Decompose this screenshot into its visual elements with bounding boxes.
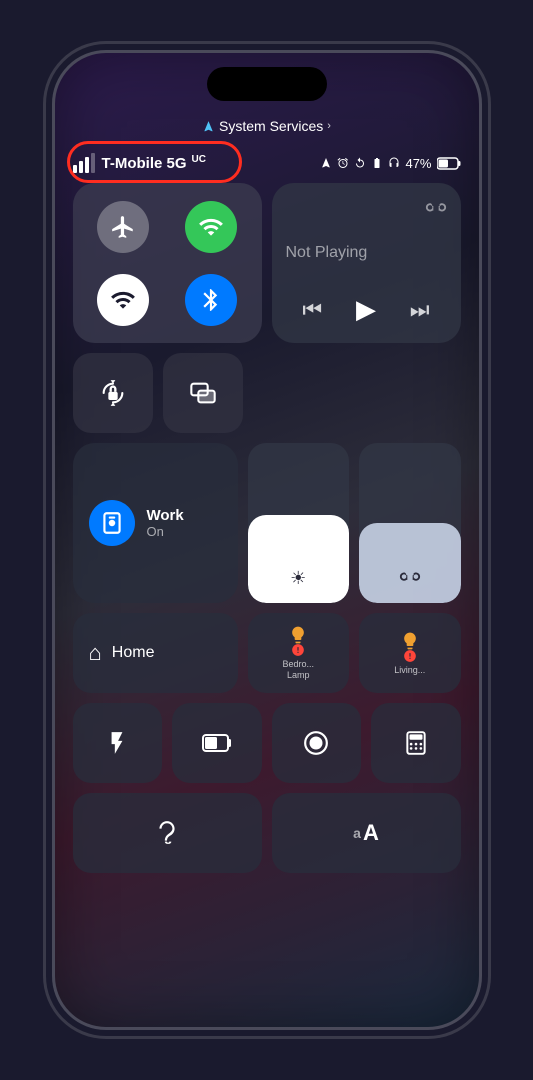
screen-record-icon	[303, 730, 329, 756]
next-button[interactable]: ⏭	[402, 293, 438, 327]
battery-widget-icon	[202, 732, 232, 754]
now-playing-title: Not Playing	[286, 244, 447, 262]
prev-button[interactable]: ⏮	[294, 293, 330, 327]
dynamic-island	[207, 67, 327, 101]
bedroom-lamp-label: Bedro...Lamp	[282, 659, 314, 681]
battery-icon	[437, 157, 461, 170]
focus-block[interactable]: Work On	[73, 443, 238, 603]
bluetooth-toggle[interactable]	[185, 274, 237, 326]
row-tools	[73, 703, 461, 783]
signal-bar-1	[73, 165, 77, 173]
calculator-icon	[403, 730, 429, 756]
text-size-small: a	[353, 825, 361, 841]
earbuds-icon	[425, 197, 447, 215]
cellular-icon	[198, 214, 224, 240]
headphones-icon	[388, 157, 400, 169]
text-size-large: A	[363, 820, 379, 846]
hearing-button[interactable]	[73, 793, 262, 873]
home-icon: ⌂	[89, 640, 102, 666]
bulb-living-icon	[400, 631, 420, 651]
bedroom-lamp-block[interactable]: Bedro...Lamp	[248, 613, 350, 693]
hearing-icon	[154, 820, 180, 846]
system-services-link[interactable]: System Services ›	[202, 118, 331, 134]
carrier-name: T-Mobile 5G	[102, 155, 187, 172]
charge-icon	[371, 157, 383, 169]
phone-frame: System Services › T-Mobile 5G UC	[52, 50, 482, 1030]
focus-sublabel: On	[147, 524, 184, 539]
sliders-block: ☀	[248, 443, 461, 603]
carrier-right: 47%	[320, 156, 460, 171]
flashlight-icon	[104, 730, 130, 756]
signal-bar-3	[85, 157, 89, 173]
control-center: Not Playing ⏮ ▶ ⏭	[73, 183, 461, 987]
bulb-bedroom-icon	[288, 625, 308, 645]
rotation-lock-icon	[99, 379, 127, 407]
screen-mirror-icon	[189, 379, 217, 407]
now-playing-block[interactable]: Not Playing ⏮ ▶ ⏭	[272, 183, 461, 343]
rotation-icon	[354, 157, 366, 169]
alarm-icon	[337, 157, 349, 169]
focus-text: Work On	[147, 507, 184, 539]
row-focus-sliders: Work On ☀	[73, 443, 461, 603]
airpods-icon	[399, 567, 421, 589]
location-icon	[202, 120, 215, 133]
living-lamp-label: Living...	[394, 665, 425, 676]
carrier-bar: T-Mobile 5G UC 47%	[73, 148, 461, 178]
focus-icon-circle	[89, 500, 135, 546]
rotation-lock-button[interactable]	[73, 353, 153, 433]
screen-mirror-button[interactable]	[163, 353, 243, 433]
bluetooth-icon	[198, 287, 224, 313]
living-lamp-block[interactable]: Living...	[359, 613, 461, 693]
uc-badge: UC	[192, 154, 206, 165]
volume-slider[interactable]	[359, 443, 461, 603]
cellular-toggle[interactable]	[185, 201, 237, 253]
row-quick-actions	[73, 353, 461, 433]
system-services-label: System Services	[219, 118, 323, 134]
bulb-bedroom-alert-icon	[291, 643, 305, 657]
bulb-living-alert-icon	[403, 649, 417, 663]
battery-widget-button[interactable]	[172, 703, 262, 783]
signal-bars	[73, 153, 95, 173]
row-connectivity-nowplaying: Not Playing ⏮ ▶ ⏭	[73, 183, 461, 343]
carrier-left: T-Mobile 5G UC	[73, 153, 206, 173]
home-block[interactable]: ⌂ Home	[73, 613, 238, 693]
brightness-icon: ☀	[290, 568, 306, 589]
home-label: Home	[112, 644, 155, 662]
volume-fill	[359, 523, 461, 603]
np-controls[interactable]: ⏮ ▶ ⏭	[286, 290, 447, 329]
signal-bar-2	[79, 161, 83, 173]
wifi-toggle[interactable]	[97, 274, 149, 326]
chevron-right-icon: ›	[327, 120, 331, 132]
calculator-button[interactable]	[371, 703, 461, 783]
focus-icon	[99, 510, 125, 536]
brightness-slider[interactable]: ☀	[248, 443, 350, 603]
text-size-button[interactable]: a A	[272, 793, 461, 873]
airplane-mode-toggle[interactable]	[97, 201, 149, 253]
wifi-icon	[110, 287, 136, 313]
np-top	[286, 197, 447, 215]
focus-label: Work	[147, 507, 184, 524]
airplane-icon	[110, 214, 136, 240]
signal-bar-4	[91, 153, 95, 173]
flashlight-button[interactable]	[73, 703, 163, 783]
play-button[interactable]: ▶	[348, 290, 384, 329]
brightness-fill	[248, 515, 350, 603]
status-bar: System Services ›	[55, 111, 479, 141]
battery-percent: 47%	[405, 156, 431, 171]
row-accessibility: a A	[73, 793, 461, 873]
screen-record-button[interactable]	[272, 703, 362, 783]
nav-icon	[320, 157, 332, 169]
connectivity-block[interactable]	[73, 183, 262, 343]
row-home: ⌂ Home Bedro...Lamp Living...	[73, 613, 461, 693]
